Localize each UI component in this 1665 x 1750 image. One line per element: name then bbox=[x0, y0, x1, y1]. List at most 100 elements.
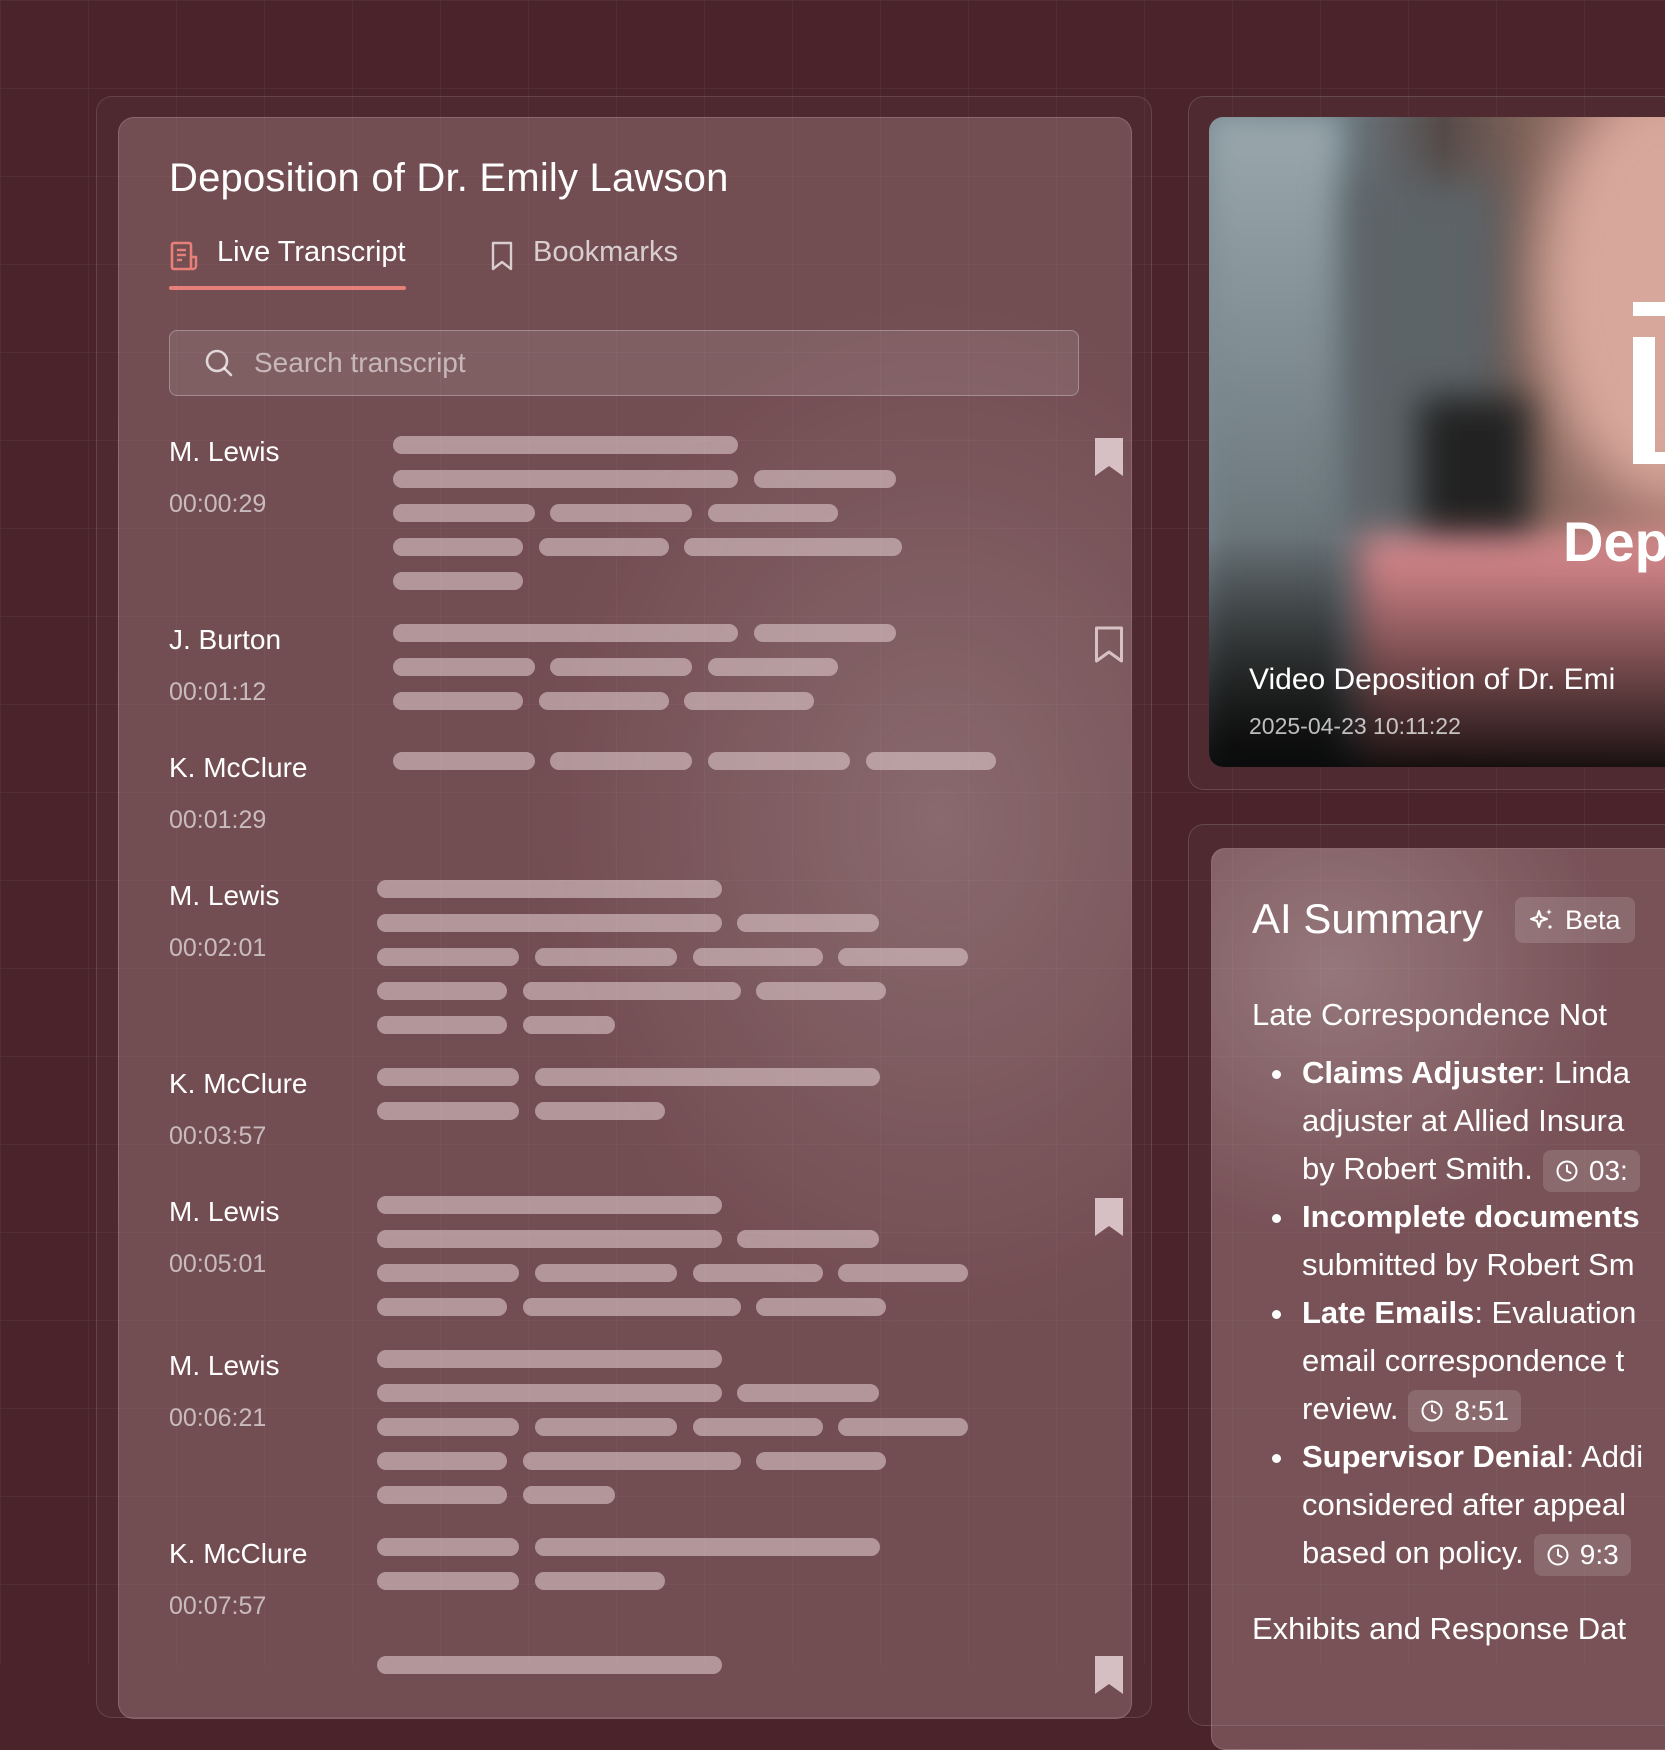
video-datetime: 2025-04-23 10:11:22 bbox=[1249, 713, 1461, 739]
text-placeholder-line bbox=[866, 752, 996, 770]
summary-text: submitted by Robert Sm bbox=[1302, 1247, 1635, 1282]
summary-text: considered after appeal bbox=[1302, 1487, 1627, 1522]
sparkle-icon bbox=[1530, 909, 1552, 929]
bookmark-filled-icon[interactable] bbox=[1094, 1198, 1124, 1236]
text-placeholder-line bbox=[393, 504, 535, 522]
text-placeholder-line bbox=[377, 1350, 722, 1368]
text-placeholder-line bbox=[377, 1016, 507, 1034]
text-placeholder-line bbox=[535, 1068, 880, 1086]
text-placeholder-line bbox=[756, 982, 886, 1000]
bookmark-outline-icon bbox=[491, 241, 513, 271]
text-placeholder-line bbox=[523, 1452, 741, 1470]
transcript-icon bbox=[170, 241, 198, 271]
text-placeholder-line bbox=[539, 692, 669, 710]
transcript-entry[interactable]: J. Burton 00:01:12 bbox=[169, 624, 1123, 734]
text-placeholder-line bbox=[377, 1384, 722, 1402]
summary-text: : Evaluation bbox=[1474, 1295, 1637, 1330]
transcript-entry[interactable] bbox=[169, 1656, 1123, 1696]
tab-live-transcript-label: Live Transcript bbox=[217, 236, 406, 268]
tab-bookmarks[interactable]: Bookmarks bbox=[489, 236, 678, 290]
clock-icon bbox=[1421, 1400, 1443, 1422]
video-background bbox=[1419, 397, 1529, 557]
text-placeholder-line bbox=[393, 692, 523, 710]
text-placeholder-line bbox=[550, 752, 692, 770]
text-placeholder-line bbox=[377, 1298, 507, 1316]
text-placeholder-line bbox=[535, 1264, 677, 1282]
entry-timestamp: 00:07:57 bbox=[169, 1592, 267, 1620]
ai-summary-panel: AI Summary Beta Late Correspondence Not … bbox=[1211, 848, 1665, 1750]
text-placeholder-line bbox=[377, 914, 722, 932]
text-placeholder-line bbox=[377, 948, 519, 966]
bookmark-outline-icon[interactable] bbox=[1094, 626, 1124, 664]
search-input[interactable] bbox=[252, 346, 1078, 380]
text-placeholder-line bbox=[693, 1264, 823, 1282]
transcript-entry[interactable]: K. McClure 00:03:57 bbox=[169, 1068, 1089, 1178]
entry-timestamp: 00:06:21 bbox=[169, 1404, 267, 1432]
timestamp-chip[interactable]: 03: bbox=[1542, 1149, 1640, 1192]
page-title: Deposition of Dr. Emily Lawson bbox=[169, 156, 729, 200]
transcript-entry[interactable]: K. McClure 00:07:57 bbox=[169, 1538, 1089, 1648]
text-placeholder-line bbox=[377, 982, 507, 1000]
bookmark-filled-icon[interactable] bbox=[1094, 1656, 1124, 1694]
tab-live-transcript[interactable]: Live Transcript bbox=[169, 236, 406, 290]
text-placeholder-line bbox=[535, 1418, 677, 1436]
text-placeholder-line bbox=[550, 658, 692, 676]
text-placeholder-line bbox=[377, 1452, 507, 1470]
text-placeholder-line bbox=[393, 470, 738, 488]
text-placeholder-line bbox=[523, 1298, 741, 1316]
text-placeholder-line bbox=[838, 1264, 968, 1282]
summary-bullet: Supervisor Denial: Addi considered after… bbox=[1252, 1433, 1665, 1577]
summary-text: email correspondence t bbox=[1302, 1343, 1625, 1378]
speaker-name: K. McClure bbox=[169, 752, 308, 783]
text-placeholder-line bbox=[693, 948, 823, 966]
transcript-entry[interactable]: K. McClure 00:01:29 bbox=[169, 752, 1089, 852]
entry-timestamp: 00:00:29 bbox=[169, 490, 267, 518]
clock-icon bbox=[1556, 1160, 1578, 1182]
entry-timestamp: 00:05:01 bbox=[169, 1250, 267, 1278]
text-placeholder-line bbox=[684, 692, 814, 710]
summary-text: : Addi bbox=[1565, 1439, 1644, 1474]
bookmark-filled-icon[interactable] bbox=[1094, 438, 1124, 476]
text-placeholder-line bbox=[535, 1102, 665, 1120]
timestamp-chip-label: 03: bbox=[1588, 1154, 1628, 1186]
transcript-entry[interactable]: M. Lewis 00:02:01 bbox=[169, 880, 1089, 1050]
beta-badge-label: Beta bbox=[1565, 904, 1621, 935]
summary-term: Late Emails bbox=[1302, 1295, 1475, 1330]
summary-text: adjuster at Allied Insura bbox=[1302, 1103, 1625, 1138]
transcript-entry[interactable]: M. Lewis 00:06:21 bbox=[169, 1350, 1089, 1520]
text-placeholder-line bbox=[377, 1486, 507, 1504]
summary-bullet: Incomplete documents submitted by Robert… bbox=[1252, 1193, 1665, 1289]
text-placeholder-line bbox=[550, 504, 692, 522]
summary-bullet: Late Emails: Evaluation email correspond… bbox=[1252, 1289, 1665, 1433]
text-placeholder-line bbox=[838, 1418, 968, 1436]
text-placeholder-line bbox=[523, 1016, 615, 1034]
video-logo-icon bbox=[1633, 302, 1665, 464]
text-placeholder-line bbox=[393, 572, 523, 590]
clock-icon bbox=[1547, 1544, 1569, 1566]
text-placeholder-line bbox=[535, 948, 677, 966]
text-placeholder-line bbox=[708, 752, 850, 770]
text-placeholder-line bbox=[393, 752, 535, 770]
text-placeholder-line bbox=[708, 658, 838, 676]
summary-term: Claims Adjuster bbox=[1302, 1055, 1537, 1090]
text-placeholder-line bbox=[523, 1486, 615, 1504]
summary-text: based on policy. bbox=[1302, 1535, 1524, 1570]
text-placeholder-line bbox=[377, 1264, 519, 1282]
summary-term: Incomplete documents bbox=[1302, 1199, 1640, 1234]
transcript-entry[interactable]: M. Lewis 00:00:29 bbox=[169, 436, 1123, 606]
text-placeholder-line bbox=[377, 1538, 519, 1556]
text-placeholder-line bbox=[693, 1418, 823, 1436]
transcript-entry[interactable]: M. Lewis 00:05:01 bbox=[169, 1196, 1123, 1336]
beta-badge: Beta bbox=[1515, 897, 1635, 943]
timestamp-chip[interactable]: 8:51 bbox=[1408, 1389, 1521, 1432]
text-placeholder-line bbox=[523, 982, 741, 1000]
summary-bullet: Claims Adjuster: Linda adjuster at Allie… bbox=[1252, 1049, 1665, 1193]
text-placeholder-line bbox=[754, 624, 896, 642]
text-placeholder-line bbox=[377, 1102, 519, 1120]
timestamp-chip-label: 9:3 bbox=[1579, 1538, 1619, 1570]
timestamp-chip[interactable]: 9:3 bbox=[1533, 1533, 1631, 1576]
timestamp-chip-label: 8:51 bbox=[1454, 1394, 1509, 1426]
video-title: Video Deposition of Dr. Emi bbox=[1249, 663, 1616, 696]
summary-text: by Robert Smith. bbox=[1302, 1151, 1533, 1186]
video-player[interactable]: Dep Video Deposition of Dr. Emi 2025-04-… bbox=[1209, 117, 1665, 767]
